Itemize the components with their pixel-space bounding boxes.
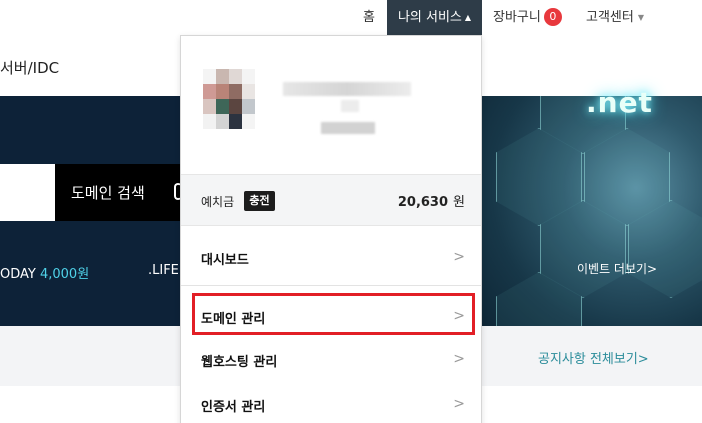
cart-count-badge: 0 bbox=[543, 8, 562, 26]
menu-item-label: 웹호스팅 관리 bbox=[201, 355, 278, 370]
nav-my-service-label: 나의 서비스 bbox=[397, 10, 462, 25]
top-nav: 홈 나의 서비스 ▲ 장바구니 0 고객센터 ▼ bbox=[0, 0, 702, 35]
chevron-right-icon: > bbox=[453, 351, 465, 367]
event-more-link[interactable]: 이벤트 더보기> bbox=[577, 260, 657, 277]
domain-search-button[interactable]: 도메인 검색 bbox=[55, 164, 180, 221]
blurred-username bbox=[283, 82, 411, 96]
net-promo-text: .net bbox=[586, 86, 653, 119]
page-subtitle: 서버/IDC bbox=[0, 59, 60, 77]
menu-item-label: 인증서 관리 bbox=[201, 400, 266, 415]
today-price-text: ODAY 4,000원 bbox=[0, 263, 89, 282]
menu-item-certificate-management[interactable]: 인증서 관리 > bbox=[181, 383, 481, 423]
my-service-dropdown: 예치금 충전 20,630 원 대시보드 > 도메인 관리 > 웹호스팅 관리 >… bbox=[180, 35, 482, 423]
menu-item-webhosting-management[interactable]: 웹호스팅 관리 > bbox=[181, 338, 481, 384]
nav-cart-link[interactable]: 장바구니 0 bbox=[493, 0, 562, 35]
chevron-right-icon: > bbox=[453, 396, 465, 412]
charge-button[interactable]: 충전 bbox=[244, 191, 275, 211]
net-promo-image[interactable] bbox=[482, 96, 702, 326]
highlight-box bbox=[192, 293, 475, 335]
profile-section bbox=[181, 36, 481, 174]
blurred-username-extra bbox=[341, 100, 359, 112]
blurred-user-id bbox=[321, 122, 375, 134]
menu-divider bbox=[181, 285, 481, 286]
menu-item-label: 대시보드 bbox=[201, 253, 249, 268]
deposit-unit: 원 bbox=[453, 195, 465, 210]
deposit-label: 예치금 bbox=[201, 195, 235, 209]
nav-cart-label: 장바구니 bbox=[493, 10, 541, 25]
deposit-amount-value: 20,630 bbox=[397, 195, 449, 210]
menu-item-dashboard[interactable]: 대시보드 > bbox=[181, 236, 481, 282]
life-price-text: .LIFE bbox=[148, 263, 179, 278]
nav-home-link[interactable]: 홈 bbox=[363, 0, 375, 35]
domain-search-input[interactable] bbox=[0, 164, 55, 221]
nav-my-service-button[interactable]: 나의 서비스 ▲ bbox=[387, 0, 482, 35]
caret-down-icon: ▼ bbox=[637, 13, 644, 22]
deposit-amount: 20,630 원 bbox=[398, 191, 465, 210]
nav-customer-center-label: 고객센터 bbox=[586, 10, 634, 25]
chevron-right-icon: > bbox=[453, 249, 465, 265]
notice-all-link[interactable]: 공지사항 전체보기> bbox=[538, 348, 649, 367]
today-price-prefix: ODAY bbox=[0, 267, 36, 282]
nav-customer-center-link[interactable]: 고객센터 ▼ bbox=[586, 0, 644, 35]
caret-up-icon: ▲ bbox=[464, 13, 472, 22]
avatar bbox=[203, 69, 255, 129]
deposit-balance-row: 예치금 충전 20,630 원 bbox=[181, 174, 481, 226]
today-price-value: 4,000원 bbox=[39, 267, 90, 282]
